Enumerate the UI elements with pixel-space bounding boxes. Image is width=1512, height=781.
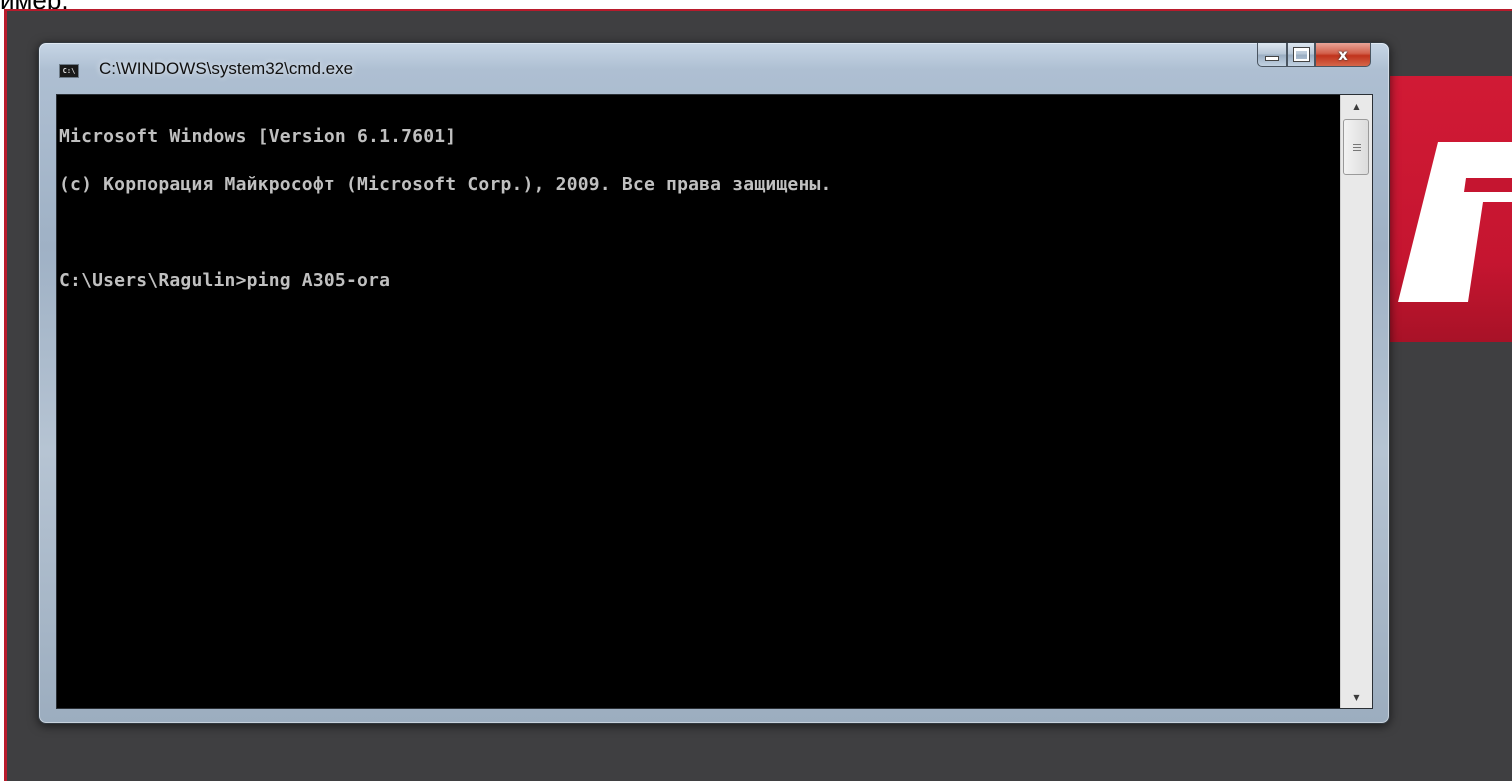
console-line: (c) Корпорация Майкрософт (Microsoft Cor… — [59, 174, 832, 195]
console-output[interactable]: Microsoft Windows [Version 6.1.7601] (c)… — [59, 97, 1339, 321]
maximize-icon — [1292, 47, 1310, 62]
minimize-icon — [1265, 56, 1279, 61]
console-line: Microsoft Windows [Version 6.1.7601] — [59, 126, 457, 147]
scroll-up-arrow-icon[interactable]: ▲ — [1341, 95, 1372, 117]
minimize-button[interactable] — [1257, 43, 1287, 67]
grip-icon — [1353, 144, 1361, 153]
scroll-thumb[interactable] — [1343, 119, 1369, 175]
caption-buttons: x — [1257, 43, 1371, 68]
brand-logo-glyph — [1398, 142, 1512, 302]
title-bar[interactable]: C:\ C:\WINDOWS\system32\cmd.exe x — [39, 43, 1389, 95]
close-button[interactable]: x — [1315, 43, 1371, 67]
scroll-down-arrow-icon[interactable]: ▼ — [1341, 686, 1372, 708]
console-area[interactable]: Microsoft Windows [Version 6.1.7601] (c)… — [56, 94, 1373, 709]
cmd-icon[interactable]: C:\ — [59, 64, 79, 78]
vertical-scrollbar[interactable]: ▲ ▼ — [1340, 95, 1372, 708]
maximize-button[interactable] — [1287, 43, 1315, 67]
cmd-window[interactable]: C:\ C:\WINDOWS\system32\cmd.exe x Micros… — [38, 42, 1390, 724]
close-icon: x — [1338, 45, 1348, 64]
brand-logo — [1398, 142, 1512, 302]
console-prompt-line: C:\Users\Ragulin>ping A305-ora — [59, 270, 391, 291]
window-title: C:\WINDOWS\system32\cmd.exe — [99, 59, 354, 78]
